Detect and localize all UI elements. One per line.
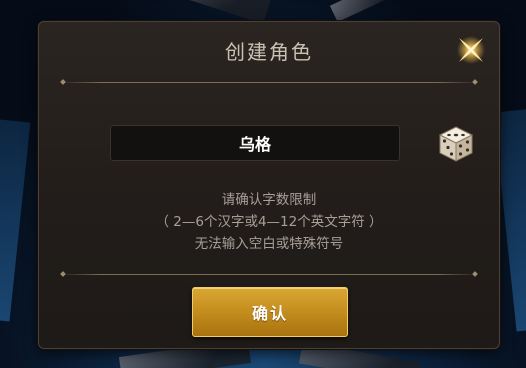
title-divider (59, 79, 479, 85)
game-scene: 创建角色 乌格 请确认字数限制 （ 2—6个汉字或4—12个英文字符 ） 无法输… (0, 0, 526, 368)
hint-line-2: （ 2—6个汉字或4—12个英文字符 ） (155, 214, 383, 230)
background-shard (0, 118, 31, 322)
dice-icon (438, 126, 474, 162)
background-shard (329, 0, 411, 23)
confirm-button-label: 确认 (251, 304, 288, 323)
confirm-button[interactable]: 确认 (192, 287, 348, 337)
close-button[interactable] (451, 30, 491, 70)
footer-divider (59, 271, 479, 277)
close-star-icon (457, 36, 485, 64)
hint-line-3: 无法输入空白或特殊符号 (194, 236, 344, 252)
character-name-input[interactable] (110, 125, 400, 161)
hint-line-1: 请确认字数限制 (221, 192, 317, 208)
random-name-button[interactable] (436, 124, 476, 164)
create-character-dialog: 创建角色 乌格 请确认字数限制 （ 2—6个汉字或4—12个英文字符 ） 无法输… (38, 21, 500, 349)
dialog-title: 创建角色 (225, 40, 313, 64)
